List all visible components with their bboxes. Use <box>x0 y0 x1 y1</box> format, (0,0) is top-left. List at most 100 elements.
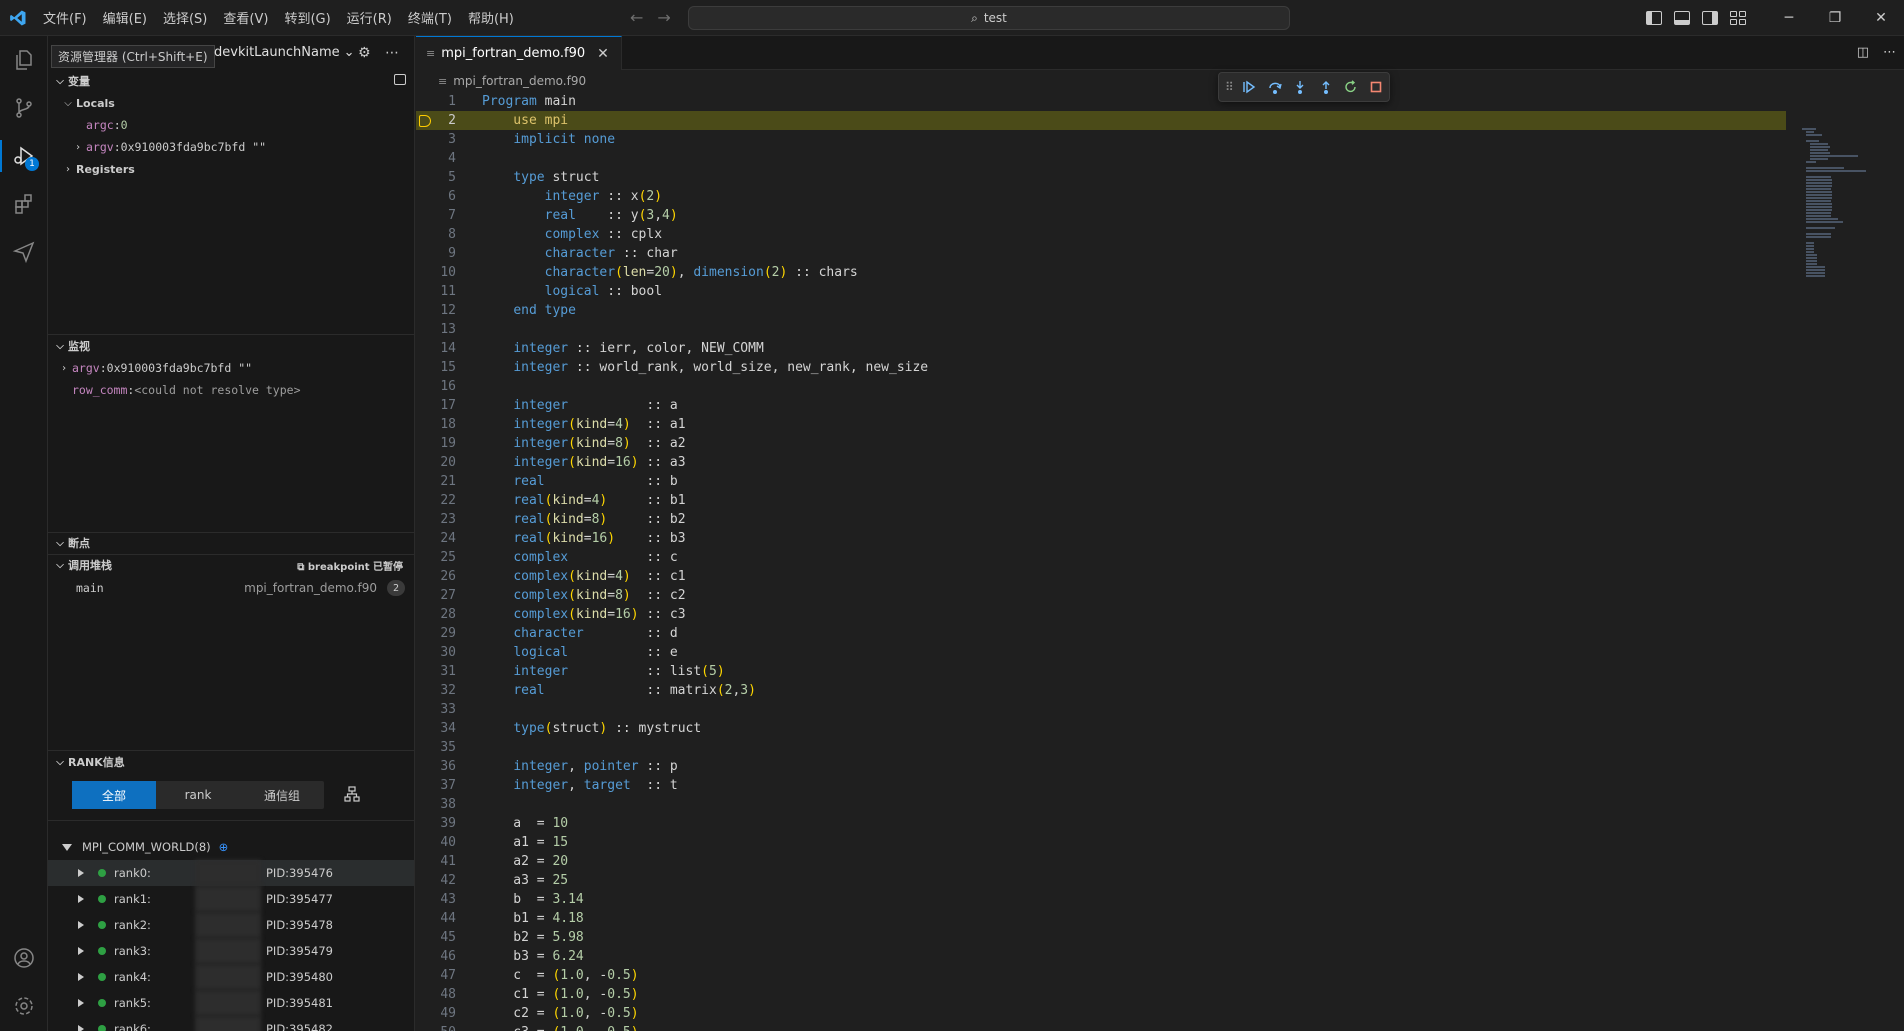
code-line[interactable]: 23 real(kind=8) :: b2 <box>416 510 1786 529</box>
code-line[interactable]: 27 complex(kind=8) :: c2 <box>416 586 1786 605</box>
code-line[interactable]: 7 real :: y(3,4) <box>416 206 1786 225</box>
rank-row[interactable]: rank2: PID:395478 <box>48 912 414 938</box>
rank-row[interactable]: rank1: PID:395477 <box>48 886 414 912</box>
code-line[interactable]: 24 real(kind=16) :: b3 <box>416 529 1786 548</box>
code-line[interactable]: 20 integer(kind=16) :: a3 <box>416 453 1786 472</box>
code-line[interactable]: 12 end type <box>416 301 1786 320</box>
variables-section-header[interactable]: ⌵ 变量 <box>48 70 414 92</box>
code-line[interactable]: 19 integer(kind=8) :: a2 <box>416 434 1786 453</box>
code-line[interactable]: 44 b1 = 4.18 <box>416 909 1786 928</box>
code-line[interactable]: 45 b2 = 5.98 <box>416 928 1786 947</box>
code-line[interactable]: 38 <box>416 795 1786 814</box>
code-line[interactable]: 37 integer, target :: t <box>416 776 1786 795</box>
code-line[interactable]: 4 <box>416 149 1786 168</box>
menu-terminal[interactable]: 终端(T) <box>401 5 459 30</box>
rank-row[interactable]: rank0: PID:395476 <box>48 860 414 886</box>
watch-section-header[interactable]: ⌵ 监视 <box>48 335 414 357</box>
code-line[interactable]: 46 b3 = 6.24 <box>416 947 1786 966</box>
code-line[interactable]: 33 <box>416 700 1786 719</box>
variable-argc[interactable]: argc: 0 <box>48 114 414 136</box>
toggle-secondary-sidebar-icon[interactable] <box>1702 11 1718 25</box>
tab-rank[interactable]: rank <box>156 781 240 809</box>
menu-run[interactable]: 运行(R) <box>340 5 399 30</box>
rank-row[interactable]: rank5: PID:395481 <box>48 990 414 1016</box>
code-line[interactable]: 11 logical :: bool <box>416 282 1786 301</box>
menu-view[interactable]: 查看(V) <box>216 5 275 30</box>
code-line[interactable]: 50 c3 = (1.0, -0.5) <box>416 1023 1786 1031</box>
menu-selection[interactable]: 选择(S) <box>156 5 214 30</box>
customize-layout-icon[interactable] <box>1730 11 1746 25</box>
callstack-frame[interactable]: main mpi_fortran_demo.f90 2 <box>48 577 414 599</box>
code-line[interactable]: 10 character(len=20), dimension(2) :: ch… <box>416 263 1786 282</box>
toggle-panel-icon[interactable] <box>1674 11 1690 25</box>
code-line[interactable]: 34 type(struct) :: mystruct <box>416 719 1786 738</box>
close-window-icon[interactable]: ✕ <box>1858 0 1904 36</box>
explorer-icon[interactable] <box>0 36 48 84</box>
code-line[interactable]: 13 <box>416 320 1786 339</box>
command-center-search[interactable]: ⌕ test <box>688 6 1290 30</box>
code-line[interactable]: 26 complex(kind=4) :: c1 <box>416 567 1786 586</box>
rank-info-section-header[interactable]: ⌵ RANK信息 <box>48 751 414 773</box>
code-line[interactable]: 21 real :: b <box>416 472 1786 491</box>
code-line[interactable]: 47 c = (1.0, -0.5) <box>416 966 1786 985</box>
tab-comm-group[interactable]: 通信组 <box>240 781 324 809</box>
back-arrow-icon[interactable]: ← <box>630 8 643 27</box>
code-line[interactable]: 6 integer :: x(2) <box>416 187 1786 206</box>
hierarchy-icon[interactable] <box>344 786 360 806</box>
callstack-section-header[interactable]: ⌵ 调用堆栈 ⧉ breakpoint 已暂停 <box>48 554 414 576</box>
open-launch-json-gear-icon[interactable]: ⚙ <box>358 45 371 61</box>
code-line[interactable]: 5 type struct <box>416 168 1786 187</box>
run-and-debug-icon[interactable]: 1 <box>0 132 48 180</box>
collapse-all-icon[interactable] <box>394 74 406 85</box>
code-line[interactable]: 29 character :: d <box>416 624 1786 643</box>
close-icon[interactable]: ✕ <box>597 46 609 62</box>
code-line[interactable]: 2 use mpi <box>416 111 1786 130</box>
code-line[interactable]: 25 complex :: c <box>416 548 1786 567</box>
locals-scope[interactable]: ⌵ Locals <box>48 92 414 114</box>
split-editor-icon[interactable]: ◫ <box>1857 45 1869 60</box>
extensions-icon[interactable] <box>0 180 48 228</box>
manage-gear-icon[interactable] <box>0 982 48 1030</box>
tab-all[interactable]: 全部 <box>72 781 156 809</box>
more-actions-icon[interactable]: ⋯ <box>385 45 399 61</box>
code-line[interactable]: 30 logical :: e <box>416 643 1786 662</box>
comm-group-row[interactable]: MPI_COMM_WORLD(8) ⊕ <box>48 834 414 860</box>
code-line[interactable]: 36 integer, pointer :: p <box>416 757 1786 776</box>
rank-row[interactable]: rank4: PID:395480 <box>48 964 414 990</box>
code-line[interactable]: 28 complex(kind=16) :: c3 <box>416 605 1786 624</box>
code-editor[interactable]: 1 Program main 2 use mpi 3 implicit none 4 5 … <box>416 92 1904 1031</box>
code-line[interactable]: 1 Program main <box>416 92 1786 111</box>
breakpoints-section-header[interactable]: ⌵ 断点 <box>48 532 414 554</box>
send-icon[interactable] <box>0 228 48 276</box>
code-line[interactable]: 31 integer :: list(5) <box>416 662 1786 681</box>
breadcrumb-file[interactable]: mpi_fortran_demo.f90 <box>453 74 586 88</box>
code-line[interactable]: 41 a2 = 20 <box>416 852 1786 871</box>
rank-row[interactable]: rank6: PID:395482 <box>48 1016 414 1031</box>
code-line[interactable]: 17 integer :: a <box>416 396 1786 415</box>
forward-arrow-icon[interactable]: → <box>657 8 670 27</box>
code-line[interactable]: 43 b = 3.14 <box>416 890 1786 909</box>
accounts-icon[interactable] <box>0 934 48 982</box>
menu-edit[interactable]: 编辑(E) <box>96 5 154 30</box>
editor-tab[interactable]: ≡ mpi_fortran_demo.f90 ✕ <box>416 36 622 70</box>
menu-help[interactable]: 帮助(H) <box>461 5 521 30</box>
rank-row[interactable]: rank3: PID:395479 <box>48 938 414 964</box>
source-control-icon[interactable] <box>0 84 48 132</box>
code-line[interactable]: 40 a1 = 15 <box>416 833 1786 852</box>
watch-item-argv[interactable]: › argv: 0x910003fda9bc7bfd "" <box>56 357 252 379</box>
code-line[interactable]: 8 complex :: cplx <box>416 225 1786 244</box>
registers-scope[interactable]: › Registers <box>48 158 414 180</box>
menu-file[interactable]: 文件(F) <box>36 5 94 30</box>
code-line[interactable]: 14 integer :: ierr, color, NEW_COMM <box>416 339 1786 358</box>
minimap[interactable] <box>1802 92 1892 292</box>
code-line[interactable]: 32 real :: matrix(2,3) <box>416 681 1786 700</box>
code-line[interactable]: 16 <box>416 377 1786 396</box>
code-line[interactable]: 35 <box>416 738 1786 757</box>
code-line[interactable]: 48 c1 = (1.0, -0.5) <box>416 985 1786 1004</box>
variable-argv[interactable]: › argv: 0x910003fda9bc7bfd "" <box>48 136 414 158</box>
menu-go[interactable]: 转到(G) <box>277 5 337 30</box>
restore-window-icon[interactable]: ❐ <box>1812 0 1858 36</box>
launch-config-select[interactable]: devkitLaunchName ⌄ <box>214 45 355 60</box>
code-line[interactable]: 18 integer(kind=4) :: a1 <box>416 415 1786 434</box>
minimize-window-icon[interactable]: ─ <box>1766 0 1812 36</box>
